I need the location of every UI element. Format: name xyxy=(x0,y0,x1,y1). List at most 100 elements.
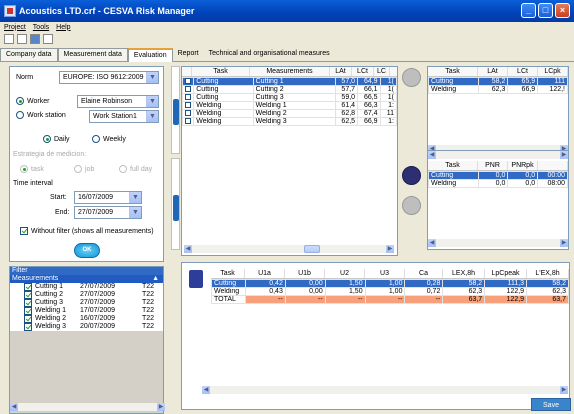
row-checkbox-cell[interactable] xyxy=(181,109,195,118)
pnr-scrollbar[interactable]: ◀ ▶ xyxy=(428,239,568,247)
col-u2[interactable]: U2 xyxy=(325,269,365,278)
col-u1b[interactable]: U1b xyxy=(285,269,325,278)
without-filter-checkbox[interactable]: Without filter (shows all measurements) xyxy=(20,227,154,235)
table-row[interactable]: Cutting Cutting 3 59,0 66,5 1( xyxy=(181,93,398,102)
tab-report[interactable]: Report xyxy=(173,48,204,61)
checkbox-icon[interactable] xyxy=(24,323,32,331)
checkbox-icon[interactable] xyxy=(185,78,192,85)
menu-help[interactable]: Help xyxy=(56,24,70,31)
pnr-top-scrollbar[interactable]: ◀ ▶ xyxy=(428,151,568,159)
checkbox-icon[interactable] xyxy=(185,118,192,125)
table-row[interactable]: Cutting Cutting 1 57,0 64,9 1( xyxy=(181,77,398,86)
checkbox-icon[interactable] xyxy=(185,102,192,109)
filter-row[interactable]: Welding 3 20/07/2009 T22 xyxy=(10,323,163,331)
col-lct[interactable]: LCt xyxy=(508,67,538,76)
table-row[interactable]: Welding 0,0 0,0 08:00 xyxy=(428,179,568,188)
tab-evaluation[interactable]: Evaluation xyxy=(127,48,173,62)
table-row[interactable]: Cutting Cutting 2 57,7 66,1 1( xyxy=(181,85,398,94)
col-task[interactable]: Task xyxy=(428,67,478,76)
table-row[interactable]: Cutting 0,42 0,00 1,50 1,00 0,28 58,2 111,3 58,2 xyxy=(211,279,569,288)
calendar-dropdown-icon[interactable]: ▼ xyxy=(129,192,141,203)
scroll-left-icon[interactable]: ◀ xyxy=(202,386,210,394)
scroll-right-icon[interactable]: ▶ xyxy=(157,403,165,411)
checkbox-icon[interactable] xyxy=(24,315,32,323)
checkbox-icon[interactable] xyxy=(24,291,32,299)
worker-select[interactable]: Elaine Robinson ▼ xyxy=(77,95,159,108)
minimize-button[interactable]: _ xyxy=(521,3,536,18)
col-lex8h[interactable]: LEX,8h xyxy=(443,269,485,278)
row-checkbox-cell[interactable] xyxy=(181,93,195,102)
filter-row[interactable]: Cutting 3 27/07/2009 T22 xyxy=(10,299,163,307)
table-row[interactable]: Welding Welding 2 62,8 67,4 11 xyxy=(181,109,398,118)
checkbox-icon[interactable] xyxy=(24,283,32,291)
checkbox-icon[interactable] xyxy=(185,86,192,93)
col-pnr[interactable]: PNR xyxy=(478,161,508,170)
col-lct[interactable]: LCt xyxy=(352,67,374,76)
headphones-icon[interactable] xyxy=(402,166,421,185)
calendar-dropdown-icon[interactable]: ▼ xyxy=(129,207,141,218)
row-checkbox-cell[interactable] xyxy=(181,85,195,94)
scroll-right-icon[interactable]: ▶ xyxy=(560,151,568,159)
worker-radio[interactable]: Worker xyxy=(16,97,49,105)
col-task[interactable]: Task xyxy=(192,67,250,76)
col-measurements[interactable]: Measurements xyxy=(250,67,330,76)
scroll-left-icon[interactable]: ◀ xyxy=(428,239,436,247)
checkbox-icon[interactable] xyxy=(185,94,192,101)
filter-row[interactable]: Cutting 2 27/07/2009 T22 xyxy=(10,291,163,299)
col-task[interactable]: Task xyxy=(211,269,245,278)
col-lat[interactable]: LAt xyxy=(478,67,508,76)
save-icon[interactable] xyxy=(30,34,40,44)
scroll-left-icon[interactable]: ◀ xyxy=(428,151,436,159)
menu-project[interactable]: Project xyxy=(4,24,26,31)
col-lcpk[interactable]: LCpk xyxy=(538,67,568,76)
scroll-left-icon[interactable]: ◀ xyxy=(10,403,18,411)
scroll-right-icon[interactable]: ▶ xyxy=(386,245,394,253)
tab-measurement-data[interactable]: Measurement data xyxy=(57,48,128,61)
col-lprimeex8h[interactable]: L'EX,8h xyxy=(527,269,569,278)
table-row[interactable]: Welding Welding 1 61,4 66,3 1: xyxy=(181,101,398,110)
table-row[interactable]: Cutting 58,2 65,9 111 xyxy=(428,77,568,86)
row-checkbox-cell[interactable] xyxy=(181,77,195,86)
filter-scrollbar[interactable]: ◀ ▶ xyxy=(10,403,165,411)
menu-tools[interactable]: Tools xyxy=(33,24,49,31)
clock-icon[interactable] xyxy=(402,68,421,87)
calculator-icon[interactable] xyxy=(189,270,203,288)
side-handle-grip[interactable] xyxy=(173,195,179,221)
table-row[interactable]: Welding 0,43 0,00 1,50 1,00 0,72 62,3 122,9 62,3 xyxy=(211,287,569,296)
chevron-down-icon[interactable]: ▼ xyxy=(146,72,158,83)
print-icon[interactable] xyxy=(43,34,53,44)
row-checkbox-cell[interactable] xyxy=(181,117,195,126)
filter-row[interactable]: Welding 1 17/07/2009 T22 xyxy=(10,307,163,315)
scroll-right-icon[interactable]: ▶ xyxy=(560,239,568,247)
results-scrollbar[interactable]: ◀ ▶ xyxy=(202,386,568,394)
col-lpcpeak[interactable]: LpCpeak xyxy=(485,269,527,278)
measurements-scrollbar[interactable]: ◀ ▶ xyxy=(184,245,394,253)
table-row[interactable]: Welding Welding 3 62,5 66,9 1: xyxy=(181,117,398,126)
ok-button[interactable]: OK xyxy=(74,243,100,258)
maximize-button[interactable]: □ xyxy=(538,3,553,18)
checkbox-icon[interactable] xyxy=(185,110,192,117)
chevron-down-icon[interactable]: ▼ xyxy=(146,111,158,122)
scroll-thumb[interactable] xyxy=(304,245,320,253)
scroll-left-icon[interactable]: ◀ xyxy=(184,245,192,253)
col-task[interactable]: Task xyxy=(428,161,478,170)
tab-technical-measures[interactable]: Technical and organisational measures xyxy=(204,48,335,61)
col-u3[interactable]: U3 xyxy=(365,269,405,278)
checkbox-icon[interactable] xyxy=(24,307,32,315)
table-row[interactable]: TOTAL -- -- -- -- -- 63,7 122,9 63,7 xyxy=(211,295,569,304)
col-lc[interactable]: LC xyxy=(374,67,390,76)
collapse-icon[interactable]: ▲ xyxy=(152,275,159,283)
table-row[interactable]: Cutting 0,0 0,0 00:00 xyxy=(428,171,568,180)
scroll-right-icon[interactable]: ▶ xyxy=(560,386,568,394)
col-lat[interactable]: LAt xyxy=(330,67,352,76)
daily-radio[interactable]: Daily xyxy=(43,135,70,143)
side-handle-top[interactable] xyxy=(171,66,180,154)
end-date-field[interactable]: 27/07/2009 ▼ xyxy=(74,206,142,219)
close-button[interactable]: × xyxy=(555,3,570,18)
col-u1a[interactable]: U1a xyxy=(245,269,285,278)
col-pnrpk[interactable]: PNRpk xyxy=(508,161,538,170)
open-icon[interactable] xyxy=(17,34,27,44)
tab-company-data[interactable]: Company data xyxy=(0,48,58,61)
save-button[interactable]: Save xyxy=(531,398,571,411)
checkbox-icon[interactable] xyxy=(24,299,32,307)
